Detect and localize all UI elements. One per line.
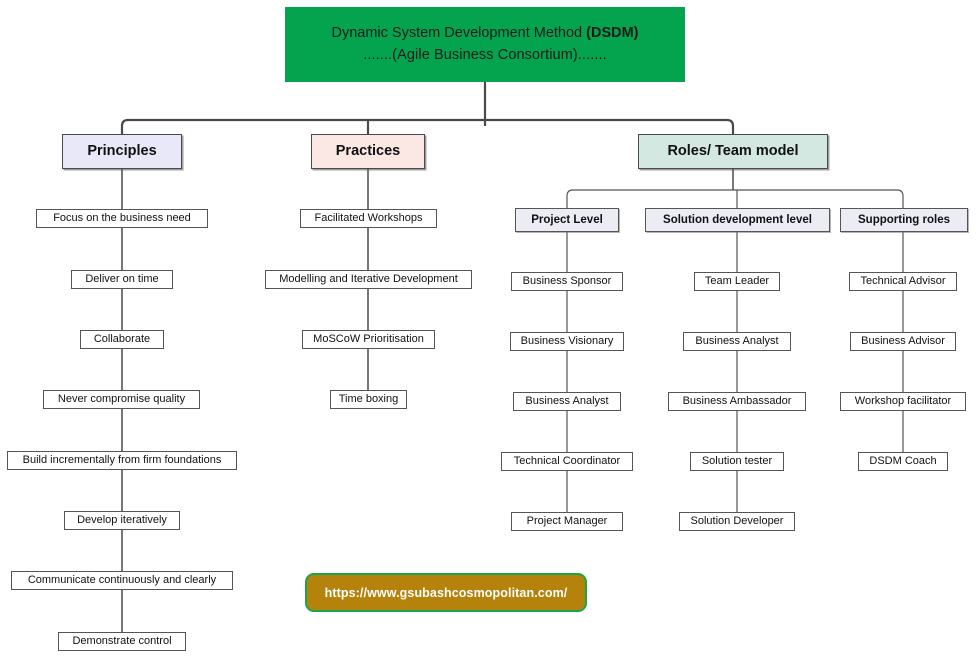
leaf-label: MoSCoW Prioritisation — [313, 333, 424, 346]
leaf-label: Develop iteratively — [77, 514, 167, 527]
leaf-label: DSDM Coach — [869, 455, 937, 468]
leaf-label: Project Manager — [526, 515, 608, 528]
leaf-principle-1[interactable]: Focus on the business need — [36, 209, 208, 228]
root-title-acronym: (DSDM) — [586, 25, 639, 42]
leaf-principle-4[interactable]: Never compromise quality — [43, 390, 200, 409]
category-roles-team-model[interactable]: Roles/ Team model — [638, 134, 828, 169]
root-title-box: Dynamic System Development Method (DSDM)… — [285, 7, 685, 82]
leaf-principle-6[interactable]: Develop iteratively — [64, 511, 180, 530]
leaf-label: Collaborate — [93, 333, 151, 346]
leaf-solution-level-5[interactable]: Solution Developer — [679, 512, 795, 531]
subcategory-supporting-roles[interactable]: Supporting roles — [840, 208, 968, 232]
leaf-label: Facilitated Workshops — [314, 212, 423, 225]
root-title-plain: Dynamic System Development Method — [331, 25, 587, 42]
leaf-practice-4[interactable]: Time boxing — [330, 390, 407, 409]
leaf-label: Business Ambassador — [682, 395, 792, 408]
leaf-project-level-5[interactable]: Project Manager — [511, 512, 623, 531]
leaf-practice-3[interactable]: MoSCoW Prioritisation — [302, 330, 435, 349]
leaf-project-level-4[interactable]: Technical Coordinator — [501, 452, 633, 471]
leaf-label: Business Sponsor — [522, 275, 612, 288]
leaf-supporting-role-4[interactable]: DSDM Coach — [858, 452, 948, 471]
leaf-solution-level-1[interactable]: Team Leader — [694, 272, 780, 291]
leaf-label: Time boxing — [338, 393, 399, 406]
leaf-solution-level-3[interactable]: Business Ambassador — [668, 392, 806, 411]
leaf-practice-2[interactable]: Modelling and Iterative Development — [265, 270, 472, 289]
leaf-solution-level-2[interactable]: Business Analyst — [683, 332, 791, 351]
watermark-url-text: https://www.gsubashcosmopolitan.com/ — [324, 585, 568, 600]
category-principles-label: Principles — [87, 142, 157, 159]
leaf-label: Business Analyst — [695, 335, 779, 348]
leaf-project-level-2[interactable]: Business Visionary — [510, 332, 624, 351]
subcategory-label: Project Level — [531, 213, 603, 226]
leaf-label: Technical Coordinator — [513, 455, 621, 468]
leaf-label: Deliver on time — [85, 273, 159, 286]
leaf-label: Business Advisor — [861, 335, 945, 348]
category-practices-label: Practices — [335, 142, 401, 159]
leaf-supporting-role-2[interactable]: Business Advisor — [850, 332, 956, 351]
leaf-label: Solution tester — [701, 455, 773, 468]
leaf-label: Solution Developer — [690, 515, 784, 528]
leaf-label: Team Leader — [704, 275, 770, 288]
leaf-project-level-3[interactable]: Business Analyst — [513, 392, 621, 411]
subcategory-project-level[interactable]: Project Level — [515, 208, 619, 232]
leaf-label: Focus on the business need — [53, 212, 191, 225]
leaf-label: Communicate continuously and clearly — [27, 574, 217, 587]
leaf-supporting-role-1[interactable]: Technical Advisor — [849, 272, 957, 291]
leaf-practice-1[interactable]: Facilitated Workshops — [300, 209, 437, 228]
subcategory-label: Supporting roles — [858, 213, 950, 226]
leaf-solution-level-4[interactable]: Solution tester — [690, 452, 784, 471]
leaf-label: Workshop facilitator — [854, 395, 952, 408]
subcategory-label: Solution development level — [663, 213, 812, 226]
leaf-label: Technical Advisor — [860, 275, 946, 288]
leaf-label: Business Visionary — [520, 335, 614, 348]
leaf-label: Never compromise quality — [57, 393, 186, 406]
leaf-supporting-role-3[interactable]: Workshop facilitator — [840, 392, 966, 411]
category-practices[interactable]: Practices — [311, 134, 425, 169]
leaf-principle-3[interactable]: Collaborate — [80, 330, 164, 349]
category-roles-label: Roles/ Team model — [667, 142, 799, 159]
leaf-label: Build incrementally from firm foundation… — [22, 454, 222, 467]
leaf-label: Demonstrate control — [72, 635, 172, 648]
leaf-principle-7[interactable]: Communicate continuously and clearly — [11, 571, 233, 590]
subcategory-solution-development-level[interactable]: Solution development level — [645, 208, 830, 232]
watermark-url-badge[interactable]: https://www.gsubashcosmopolitan.com/ — [305, 573, 587, 612]
diagram-canvas: Dynamic System Development Method (DSDM)… — [0, 0, 976, 670]
leaf-label: Business Analyst — [525, 395, 609, 408]
leaf-principle-5[interactable]: Build incrementally from firm foundation… — [7, 451, 237, 470]
category-principles[interactable]: Principles — [62, 134, 182, 169]
root-title-line1: Dynamic System Development Method (DSDM) — [331, 23, 638, 44]
leaf-principle-2[interactable]: Deliver on time — [71, 270, 173, 289]
leaf-principle-8[interactable]: Demonstrate control — [58, 632, 186, 651]
leaf-label: Modelling and Iterative Development — [279, 273, 458, 286]
root-title-line2: .......(Agile Business Consortium)......… — [363, 46, 607, 63]
leaf-project-level-1[interactable]: Business Sponsor — [511, 272, 623, 291]
